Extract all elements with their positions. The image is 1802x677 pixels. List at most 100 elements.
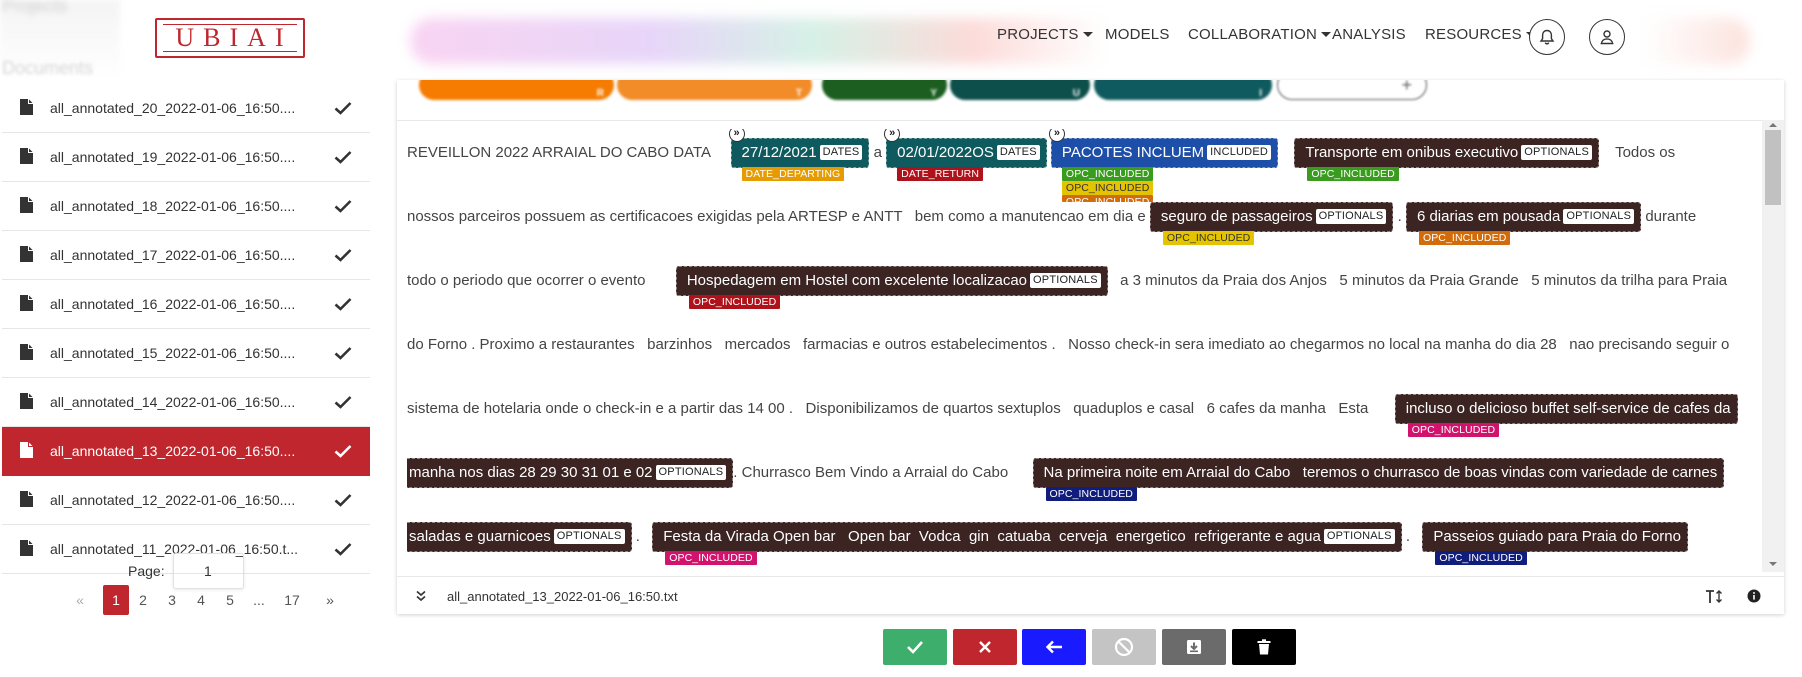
label-chip-itinerary[interactable]: U bbox=[950, 80, 1090, 100]
save-icon bbox=[1187, 640, 1201, 654]
chip-shortcut: I bbox=[1259, 88, 1262, 99]
document-name: all_annotated_19_2022-01-06_16:50.... bbox=[50, 149, 296, 165]
chip-shortcut: Y bbox=[930, 88, 937, 99]
ubiai-logo[interactable]: UBIAI bbox=[155, 18, 305, 58]
double-chevron-icon[interactable]: » bbox=[1048, 129, 1065, 142]
document-row[interactable]: all_annotated_14_2022-01-06_16:50.... bbox=[2, 378, 370, 427]
document-row[interactable]: all_annotated_13_2022-01-06_16:50.... bbox=[2, 427, 370, 476]
entity-text: Transporte em onibus executivo bbox=[1305, 144, 1519, 161]
entity-tag: INCLUDED bbox=[1207, 145, 1272, 160]
entity-date-departing[interactable]: » 27/12/2021 DATES DATE_DEPARTING bbox=[728, 129, 870, 181]
nav-resources[interactable]: RESOURCES bbox=[1425, 26, 1536, 43]
label-chip-not-itinerary[interactable]: I bbox=[1094, 80, 1272, 100]
skip-button[interactable] bbox=[1092, 629, 1156, 665]
pagination-page-1[interactable]: 1 bbox=[103, 585, 129, 615]
pagination-page-3[interactable]: 3 bbox=[159, 585, 185, 615]
back-button[interactable] bbox=[1022, 629, 1086, 665]
annotated-text-area[interactable]: REVEILLON 2022 ARRAIAL DO CABO DATA » 27/… bbox=[407, 129, 1762, 571]
chevron-down-icon bbox=[1082, 32, 1093, 37]
entity-tag: OPTIONALS bbox=[1030, 273, 1101, 288]
document-icon bbox=[20, 442, 33, 458]
trash-icon bbox=[1257, 639, 1271, 655]
info-icon[interactable] bbox=[1747, 589, 1761, 603]
nav-collaboration-label: COLLABORATION bbox=[1188, 26, 1318, 43]
document-row[interactable]: all_annotated_12_2022-01-06_16:50.... bbox=[2, 476, 370, 525]
notifications-button[interactable] bbox=[1529, 19, 1565, 55]
text-size-icon[interactable] bbox=[1705, 589, 1723, 604]
label-chip-other-payments[interactable]: R bbox=[419, 80, 614, 100]
label-chip-payment[interactable]: Y bbox=[822, 80, 947, 100]
pagination-page-2[interactable]: 2 bbox=[130, 585, 156, 615]
document-row[interactable]: all_annotated_15_2022-01-06_16:50.... bbox=[2, 329, 370, 378]
nav-projects[interactable]: PROJECTS bbox=[997, 26, 1093, 43]
ban-icon bbox=[1114, 637, 1134, 657]
nav-analysis[interactable]: ANALYSIS bbox=[1332, 26, 1406, 43]
text-span: durante bbox=[1645, 208, 1697, 225]
page-number-input[interactable]: 1 bbox=[173, 553, 244, 589]
user-menu-button[interactable] bbox=[1589, 19, 1625, 55]
collapse-chevrons-icon[interactable] bbox=[415, 590, 427, 602]
scroll-thumb[interactable] bbox=[1765, 130, 1781, 205]
check-icon bbox=[334, 200, 352, 213]
document-name: all_annotated_16_2022-01-06_16:50.... bbox=[50, 296, 296, 312]
check-icon bbox=[334, 445, 352, 458]
entity-included[interactable]: » PACOTES INCLUEM INCLUDED OPC_INCLUDED OPC_… bbox=[1048, 129, 1279, 202]
double-chevron-icon[interactable]: » bbox=[884, 129, 901, 142]
pagination-page-17[interactable]: 17 bbox=[277, 585, 307, 615]
entity-label-bar: R T Y U I + bbox=[397, 80, 1784, 120]
entity-optional[interactable]: incluso o delicioso buffet self-service … bbox=[1394, 394, 1738, 437]
top-navbar: Projects UBIAI PROJECTS MODELS COLLABORA… bbox=[0, 0, 1802, 80]
document-icon bbox=[20, 197, 33, 213]
document-icon bbox=[20, 491, 33, 507]
user-icon bbox=[1600, 30, 1614, 45]
text-line: todo o periodo que ocorrer o evento Hosp… bbox=[407, 266, 1727, 309]
document-row[interactable]: all_annotated_17_2022-01-06_16:50.... bbox=[2, 231, 370, 280]
entity-optional[interactable]: Festa da Virada Open bar Open bar Vodca … bbox=[652, 522, 1402, 565]
double-chevron-icon[interactable]: » bbox=[728, 129, 745, 142]
text-span: nossos parceiros possuem as certificacoe… bbox=[407, 208, 1146, 225]
entity-optional[interactable]: Na primeira noite em Arraial do Cabo ter… bbox=[1032, 458, 1725, 501]
nav-collaboration[interactable]: COLLABORATION bbox=[1188, 26, 1332, 43]
chip-shortcut: U bbox=[1072, 88, 1080, 99]
document-row[interactable]: all_annotated_16_2022-01-06_16:50.... bbox=[2, 280, 370, 329]
chip-shortcut: T bbox=[795, 88, 802, 99]
entity-text: seguro de passageiros bbox=[1160, 208, 1313, 225]
label-chip-payment-methods[interactable]: T bbox=[617, 80, 812, 100]
validate-button[interactable] bbox=[883, 629, 947, 665]
scroll-up-arrow[interactable] bbox=[1769, 123, 1777, 127]
entity-optional-continued[interactable]: manha nos dias 28 29 30 31 01 e 02 OPTION… bbox=[407, 458, 734, 488]
relation-tag: OPC_INCLUDED bbox=[1045, 487, 1137, 501]
entity-optional[interactable]: Transporte em onibus executivo OPTIONALS O… bbox=[1294, 138, 1600, 181]
reject-button[interactable] bbox=[953, 629, 1017, 665]
entity-tag: OPTIONALS bbox=[1315, 209, 1387, 224]
add-label-input[interactable]: + bbox=[1277, 80, 1427, 100]
nav-models[interactable]: MODELS bbox=[1105, 26, 1170, 43]
pagination-page-5[interactable]: 5 bbox=[217, 585, 243, 615]
entity-text: Festa da Virada Open bar Open bar Vodca … bbox=[663, 528, 1321, 545]
entity-text: saladas e guarnicoes bbox=[409, 528, 551, 545]
relation-tag: OPC_INCLUDED bbox=[665, 551, 757, 565]
pagination: « 1 2 3 4 5 ... 17 » bbox=[0, 585, 370, 615]
document-name: all_annotated_17_2022-01-06_16:50.... bbox=[50, 247, 296, 263]
entity-optional-continued[interactable]: saladas e guarnicoes OPTIONALS bbox=[407, 522, 632, 552]
document-name: all_annotated_20_2022-01-06_16:50.... bbox=[50, 100, 296, 116]
pagination-next[interactable]: » bbox=[317, 585, 343, 615]
document-row[interactable]: all_annotated_19_2022-01-06_16:50.... bbox=[2, 133, 370, 182]
document-name: all_annotated_18_2022-01-06_16:50.... bbox=[50, 198, 296, 214]
check-icon bbox=[334, 347, 352, 360]
save-button[interactable] bbox=[1162, 629, 1226, 665]
text-scrollbar[interactable] bbox=[1762, 120, 1784, 572]
document-row[interactable]: all_annotated_18_2022-01-06_16:50.... bbox=[2, 182, 370, 231]
entity-optional[interactable]: Hospedagem em Hostel com excelente local… bbox=[675, 266, 1108, 309]
ghost-documents-header: Documents bbox=[2, 58, 94, 78]
entity-date-return[interactable]: » 02/01/2022OS DATES DATE_RETURN bbox=[884, 129, 1047, 181]
pagination-page-4[interactable]: 4 bbox=[188, 585, 214, 615]
pagination-prev[interactable]: « bbox=[67, 585, 93, 615]
entity-optional[interactable]: seguro de passageiros OPTIONALS OPC_INCLUD… bbox=[1149, 202, 1394, 245]
entity-optional[interactable]: Passeios guiado para Praia do Forno OPC_I… bbox=[1422, 522, 1688, 565]
document-row[interactable]: all_annotated_20_2022-01-06_16:50.... bbox=[2, 84, 370, 133]
scroll-down-arrow[interactable] bbox=[1769, 562, 1777, 566]
delete-button[interactable] bbox=[1232, 629, 1296, 665]
entity-text: 02/01/2022OS bbox=[897, 144, 994, 161]
entity-optional[interactable]: 6 diarias em pousada OPTIONALS OPC_INCLUDE… bbox=[1405, 202, 1642, 245]
